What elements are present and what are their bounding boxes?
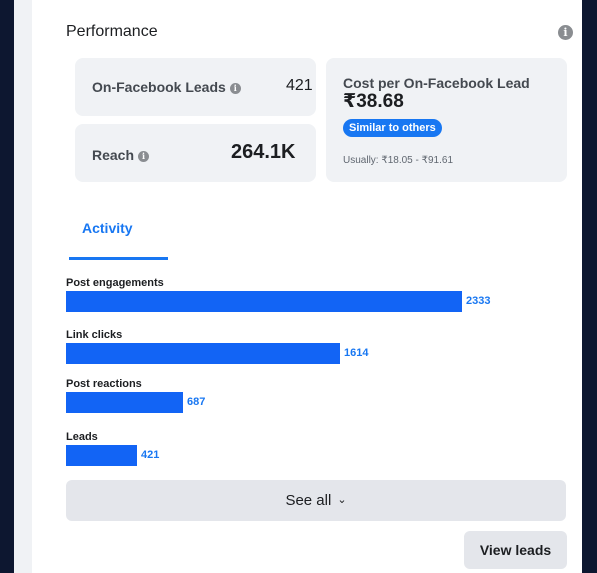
tab-activity-indicator — [69, 257, 168, 260]
activity-row: Leads 421 — [66, 430, 566, 466]
activity-bar — [66, 392, 183, 413]
activity-bar-track: 421 — [66, 445, 566, 466]
reach-card: Reach i 264.1K — [75, 124, 316, 182]
activity-bar-track: 1614 — [66, 343, 566, 364]
activity-bar-track: 2333 — [66, 291, 566, 312]
activity-bar — [66, 291, 462, 312]
comparison-badge: Similar to others — [343, 119, 442, 137]
see-all-label: See all — [285, 492, 332, 509]
cost-per-lead-card: Cost per On-Facebook Lead ₹38.68 Similar… — [326, 58, 567, 182]
activity-row: Post engagements 2333 — [66, 276, 566, 312]
panel-rail — [14, 0, 32, 573]
cost-label: Cost per On-Facebook Lead — [343, 75, 530, 91]
leads-value: 421 — [286, 77, 313, 94]
leads-label-wrap: On-Facebook Leads i — [92, 79, 241, 95]
see-all-button[interactable]: See all ⌄ — [66, 480, 566, 521]
reach-label-wrap: Reach i — [92, 147, 150, 163]
tab-activity[interactable]: Activity — [82, 220, 133, 236]
activity-value: 2333 — [466, 295, 491, 307]
activity-row: Link clicks 1614 — [66, 328, 566, 364]
cost-value: ₹38.68 — [343, 91, 404, 112]
activity-value: 421 — [141, 449, 160, 461]
activity-value: 687 — [187, 396, 206, 408]
info-icon[interactable]: i — [558, 25, 573, 40]
activity-value: 1614 — [344, 347, 369, 359]
activity-bar — [66, 445, 137, 466]
reach-label: Reach — [92, 147, 135, 163]
activity-row: Post reactions 687 — [66, 377, 566, 413]
chevron-down-icon: ⌄ — [337, 494, 347, 506]
leads-label: On-Facebook Leads — [92, 79, 226, 95]
view-leads-button[interactable]: View leads — [464, 531, 567, 569]
activity-label: Post reactions — [66, 378, 142, 390]
activity-label: Post engagements — [66, 277, 164, 289]
usual-range: Usually: ₹18.05 - ₹91.61 — [343, 155, 454, 166]
activity-label: Link clicks — [66, 329, 123, 341]
performance-panel: Performance i On-Facebook Leads i 421 Rea… — [14, 0, 582, 573]
activity-bar-track: 687 — [66, 392, 566, 413]
panel-title: Performance — [66, 23, 158, 40]
leads-card: On-Facebook Leads i 421 — [75, 58, 316, 116]
info-icon[interactable]: i — [229, 83, 241, 94]
activity-bar — [66, 343, 340, 364]
activity-label: Leads — [66, 431, 98, 443]
reach-value: 264.1K — [231, 141, 296, 163]
info-icon[interactable]: i — [138, 151, 150, 162]
